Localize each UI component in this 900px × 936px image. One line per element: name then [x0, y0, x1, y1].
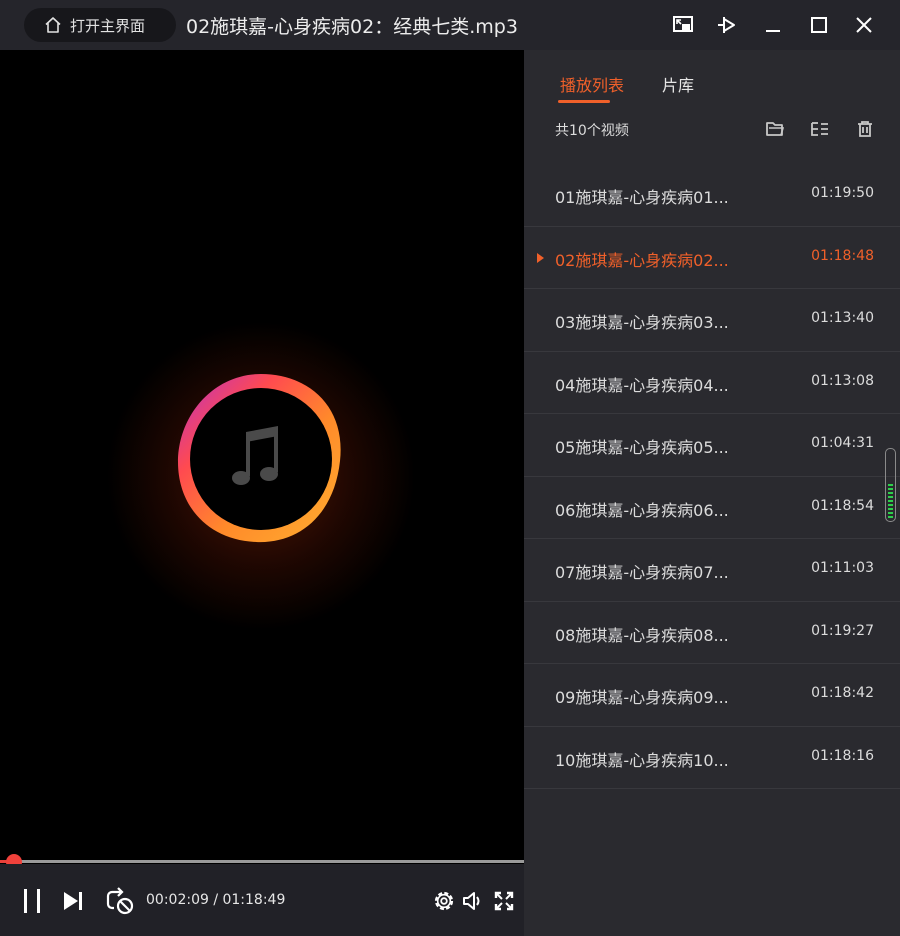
audio-artwork	[178, 374, 341, 543]
volume-icon	[463, 892, 480, 910]
playlist-item-duration: 01:18:48	[811, 247, 874, 264]
playlist-item-name: 09施琪嘉-心身疾病09...	[555, 688, 729, 707]
playlist-item[interactable]: 07施琪嘉-心身疾病07... 01:11:03	[524, 539, 900, 602]
open-home-button[interactable]: 打开主界面	[24, 8, 176, 42]
volume-button[interactable]	[461, 888, 487, 914]
open-home-label: 打开主界面	[70, 16, 146, 35]
window-title: 02施琪嘉-心身疾病02：经典七类.mp3	[186, 16, 518, 38]
pin-icon	[718, 17, 735, 33]
scrollbar-indicator	[888, 484, 893, 518]
playlist-item[interactable]: 05施琪嘉-心身疾病05... 01:04:31	[524, 414, 900, 477]
add-list-button[interactable]	[809, 118, 831, 140]
playlist-item-duration: 01:13:08	[811, 372, 874, 389]
fullscreen-icon	[494, 891, 514, 911]
pin-button[interactable]	[714, 12, 740, 38]
loop-mode-icon	[106, 887, 134, 915]
playlist-item-name: 02施琪嘉-心身疾病02...	[555, 250, 729, 270]
tab-playlist[interactable]: 播放列表	[560, 72, 624, 96]
playlist-panel: 播放列表 片库 共10个视频 01施琪嘉-心身疾病01... 01:19:50 02…	[524, 50, 900, 936]
mini-mode-button[interactable]	[670, 12, 696, 38]
playlist-item-duration: 01:18:42	[811, 685, 874, 701]
playlist-item-duration: 01:04:31	[811, 435, 874, 451]
maximize-button[interactable]	[806, 12, 832, 38]
playlist-item[interactable]: 09施琪嘉-心身疾病09... 01:18:42	[524, 664, 900, 727]
playlist-count: 共10个视频	[555, 123, 629, 139]
minimize-button[interactable]	[760, 12, 786, 38]
pause-button[interactable]	[18, 886, 46, 916]
playlist-item-duration: 01:19:50	[811, 185, 874, 201]
playlist-item[interactable]: 03施琪嘉-心身疾病03... 01:13:40	[524, 289, 900, 352]
trash-icon	[858, 121, 872, 137]
playlist-item[interactable]: 02施琪嘉-心身疾病02... 01:18:48	[524, 227, 900, 289]
playlist-item[interactable]: 06施琪嘉-心身疾病06... 01:18:54	[524, 477, 900, 539]
pause-icon	[24, 889, 40, 913]
active-tab-indicator	[558, 100, 610, 103]
playlist-item-name: 03施琪嘉-心身疾病03...	[555, 313, 729, 332]
playlist-item-duration: 01:13:40	[811, 310, 874, 326]
playlist: 01施琪嘉-心身疾病01... 01:19:50 02施琪嘉-心身疾病02... 01…	[524, 164, 900, 789]
playlist-item-name: 06施琪嘉-心身疾病06...	[555, 500, 729, 520]
mini-mode-icon	[673, 16, 693, 32]
playlist-item[interactable]: 04施琪嘉-心身疾病04... 01:13:08	[524, 352, 900, 414]
playlist-item-name: 05施琪嘉-心身疾病05...	[555, 438, 729, 457]
tab-library[interactable]: 片库	[662, 72, 694, 96]
settings-icon	[434, 891, 454, 911]
minimize-icon	[766, 30, 780, 32]
playlist-item-name: 08施琪嘉-心身疾病08...	[555, 625, 729, 645]
maximize-icon	[811, 17, 827, 33]
fullscreen-button[interactable]	[491, 888, 517, 914]
playlist-item-duration: 01:19:27	[811, 622, 874, 639]
playlist-scrollbar[interactable]	[885, 448, 896, 522]
open-folder-button[interactable]	[764, 118, 786, 140]
playlist-item-name: 04施琪嘉-心身疾病04...	[555, 375, 729, 395]
settings-button[interactable]	[431, 888, 457, 914]
next-button[interactable]	[58, 886, 88, 916]
playlist-item[interactable]: 10施琪嘉-心身疾病10... 01:18:16	[524, 727, 900, 789]
video-area[interactable]	[0, 50, 524, 860]
playlist-item-duration: 01:18:16	[811, 747, 874, 764]
clear-list-button[interactable]	[854, 118, 876, 140]
next-icon	[64, 892, 82, 910]
playlist-item[interactable]: 01施琪嘉-心身疾病01... 01:19:50	[524, 164, 900, 227]
close-icon	[856, 17, 872, 33]
time-display: 00:02:09 / 01:18:49	[146, 892, 286, 908]
title-bar: 打开主界面 02施琪嘉-心身疾病02：经典七类.mp3	[0, 0, 900, 50]
playlist-item-name: 01施琪嘉-心身疾病01...	[555, 188, 729, 207]
loop-mode-button[interactable]	[104, 886, 136, 916]
playlist-item-duration: 01:11:03	[811, 560, 874, 576]
playlist-item-duration: 01:18:54	[811, 497, 874, 514]
playlist-item-name: 07施琪嘉-心身疾病07...	[555, 563, 729, 582]
playlist-item[interactable]: 08施琪嘉-心身疾病08... 01:19:27	[524, 602, 900, 664]
progress-track	[0, 860, 524, 863]
playlist-item-name: 10施琪嘉-心身疾病10...	[555, 750, 729, 770]
control-bar: 00:02:09 / 01:18:49	[0, 864, 524, 936]
home-icon	[45, 17, 61, 33]
add-list-icon	[811, 122, 828, 136]
now-playing-icon	[537, 252, 544, 263]
close-button[interactable]	[851, 12, 877, 38]
open-folder-icon	[766, 122, 785, 136]
